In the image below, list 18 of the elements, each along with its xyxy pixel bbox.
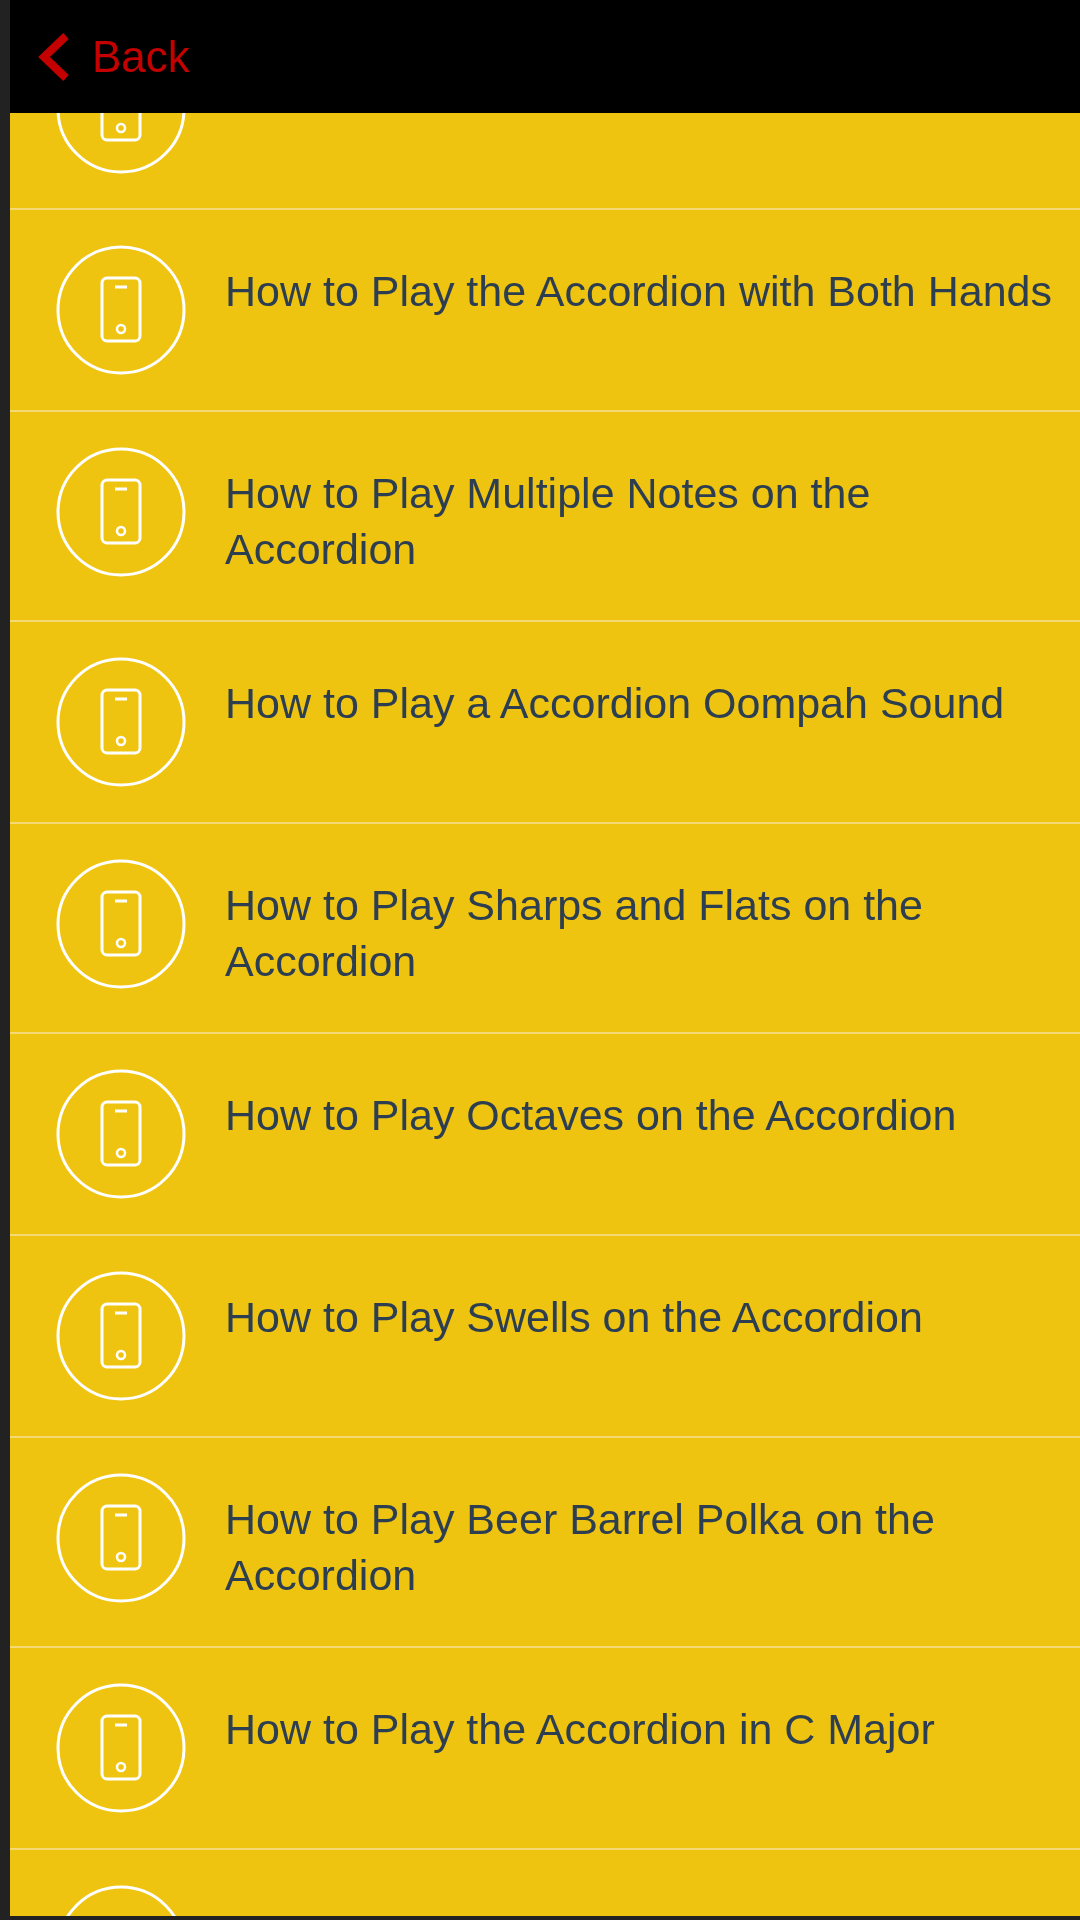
item-title: How to Play Multiple Notes on the Accordion [225, 468, 872, 575]
item-title: How to Play a Accordion Oompah Sound [225, 678, 1005, 729]
phone-icon [56, 859, 186, 989]
back-chevron-icon [38, 31, 70, 82]
item-title: How to Play the Accordion with Both Hands [225, 266, 1052, 317]
phone-icon [56, 657, 186, 787]
phone-icon [56, 1683, 186, 1813]
back-button[interactable]: Back [38, 23, 190, 90]
phone-icon [56, 1271, 186, 1401]
phone-icon [56, 1069, 186, 1199]
phone-icon [56, 1473, 186, 1603]
item-title: How to Play Octaves on the Accordion [225, 1090, 957, 1141]
item-title: How to Play the Accordion in C Major [225, 1704, 935, 1755]
phone-icon [56, 245, 186, 375]
item-title: How to Play Sharps and Flats on the Accordion [225, 880, 924, 987]
phone-icon [56, 447, 186, 577]
item-title: How to Play Beer Barrel Polka on the Accordion [225, 1494, 936, 1601]
item-title: How to Play Swells on the Accordion [225, 1292, 923, 1343]
